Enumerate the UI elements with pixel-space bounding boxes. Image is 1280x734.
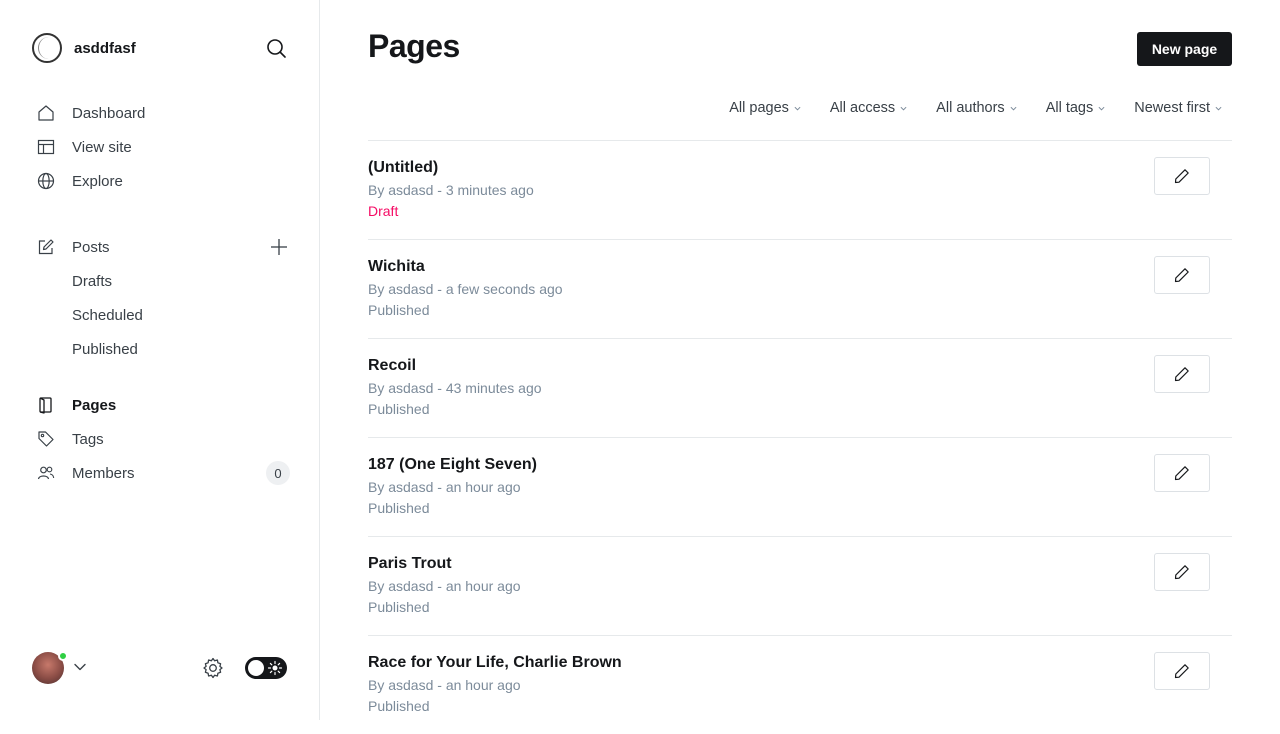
page-icon [36, 395, 56, 415]
list-item[interactable]: Race for Your Life, Charlie Brown By asd… [368, 635, 1232, 734]
view-site-icon [36, 137, 56, 157]
list-item[interactable]: (Untitled) By asdasd - 3 minutes ago Dra… [368, 140, 1232, 239]
sidebar-item-explore[interactable]: Explore [36, 166, 296, 196]
sidebar-item-tags[interactable]: Tags [36, 424, 296, 454]
chevron-down-icon [1098, 106, 1105, 111]
page-meta: By asdasd - an hour ago [368, 578, 521, 594]
gear-icon[interactable] [201, 656, 225, 680]
pencil-icon [1174, 466, 1189, 481]
sidebar-item-label: Dashboard [72, 104, 146, 122]
pencil-icon [1174, 565, 1189, 580]
edit-button[interactable] [1154, 355, 1210, 393]
filter-label: Newest first [1134, 100, 1210, 116]
page-title: Pages [368, 28, 460, 64]
filter-bar: All pages All access All authors All tag… [729, 100, 1222, 116]
page-title-text[interactable]: 187 (One Eight Seven) [368, 456, 537, 474]
members-count-badge: 0 [266, 461, 290, 485]
sidebar-item-label: Members [72, 464, 135, 482]
plus-icon[interactable] [268, 236, 290, 258]
sidebar-item-pages[interactable]: Pages [36, 390, 296, 420]
list-item[interactable]: 187 (One Eight Seven) By asdasd - an hou… [368, 437, 1232, 536]
status-badge: Published [368, 500, 430, 516]
pencil-icon [1174, 169, 1189, 184]
sidebar-item-label: Pages [72, 396, 117, 414]
pencil-icon [1174, 367, 1189, 382]
sidebar: asddfasf Dashboard View site Explore Pos… [0, 0, 320, 720]
pages-list: (Untitled) By asdasd - 3 minutes ago Dra… [368, 140, 1232, 734]
page-meta: By asdasd - a few seconds ago [368, 281, 563, 297]
globe-icon [36, 171, 56, 191]
list-item[interactable]: Recoil By asdasd - 43 minutes ago Publis… [368, 338, 1232, 437]
sidebar-item-dashboard[interactable]: Dashboard [36, 98, 296, 128]
filter-tags-dropdown[interactable]: All tags [1046, 100, 1106, 116]
status-badge: Published [368, 599, 430, 615]
filter-type-dropdown[interactable]: All pages [729, 100, 801, 116]
tag-icon [36, 429, 56, 449]
chevron-down-icon [1215, 106, 1222, 111]
sidebar-item-drafts[interactable]: Drafts [72, 266, 292, 296]
page-title-text[interactable]: Wichita [368, 258, 425, 276]
filter-access-dropdown[interactable]: All access [830, 100, 907, 116]
chevron-down-icon [900, 106, 907, 111]
pencil-icon [1174, 664, 1189, 679]
page-title-text[interactable]: (Untitled) [368, 159, 438, 177]
toggle-knob [248, 660, 264, 676]
edit-button[interactable] [1154, 157, 1210, 195]
sidebar-item-scheduled[interactable]: Scheduled [72, 300, 292, 330]
page-meta: By asdasd - an hour ago [368, 479, 521, 495]
page-meta: By asdasd - 43 minutes ago [368, 380, 542, 396]
sort-order-dropdown[interactable]: Newest first [1134, 100, 1222, 116]
edit-button[interactable] [1154, 553, 1210, 591]
edit-button[interactable] [1154, 652, 1210, 690]
edit-button[interactable] [1154, 256, 1210, 294]
status-badge: Published [368, 698, 430, 714]
sidebar-item-label: Scheduled [72, 306, 143, 324]
status-badge: Published [368, 401, 430, 417]
sidebar-item-label: View site [72, 138, 132, 156]
chevron-down-icon [794, 106, 801, 111]
sidebar-item-label: Posts [72, 238, 110, 256]
site-brand[interactable]: asddfasf [32, 32, 136, 64]
page-title-text[interactable]: Race for Your Life, Charlie Brown [368, 654, 622, 672]
sun-icon [267, 660, 283, 676]
members-icon [36, 463, 56, 483]
sidebar-item-members[interactable]: Members [36, 458, 256, 488]
status-badge: Draft [368, 203, 399, 219]
filter-label: All pages [729, 100, 789, 116]
edit-button[interactable] [1154, 454, 1210, 492]
pencil-icon [1174, 268, 1189, 283]
page-title-text[interactable]: Recoil [368, 357, 416, 375]
theme-toggle[interactable] [245, 657, 287, 679]
list-item[interactable]: Wichita By asdasd - a few seconds ago Pu… [368, 239, 1232, 338]
page-meta: By asdasd - an hour ago [368, 677, 521, 693]
status-badge: Published [368, 302, 430, 318]
page-meta: By asdasd - 3 minutes ago [368, 182, 534, 198]
main-content: Pages New page All pages All access All … [320, 0, 1280, 720]
sidebar-item-label: Tags [72, 430, 104, 448]
online-status-dot [58, 651, 68, 661]
list-item[interactable]: Paris Trout By asdasd - an hour ago Publ… [368, 536, 1232, 635]
site-logo [32, 33, 62, 63]
filter-authors-dropdown[interactable]: All authors [936, 100, 1017, 116]
chevron-down-icon[interactable] [73, 660, 87, 674]
new-page-button[interactable]: New page [1137, 32, 1232, 66]
sidebar-item-label: Drafts [72, 272, 113, 290]
sidebar-item-published[interactable]: Published [72, 334, 292, 364]
page-title-text[interactable]: Paris Trout [368, 555, 452, 573]
chevron-down-icon [1010, 106, 1017, 111]
filter-label: All access [829, 100, 896, 116]
sidebar-item-posts[interactable]: Posts [36, 232, 256, 262]
filter-label: All authors [936, 100, 1005, 116]
sidebar-item-label: Explore [72, 172, 123, 190]
home-icon [36, 103, 56, 123]
site-name: asddfasf [74, 39, 136, 57]
sidebar-item-label: Published [72, 340, 138, 358]
sidebar-item-view-site[interactable]: View site [36, 132, 296, 162]
edit-posts-icon [36, 237, 56, 257]
search-icon[interactable] [264, 36, 290, 62]
filter-label: All tags [1045, 100, 1094, 116]
